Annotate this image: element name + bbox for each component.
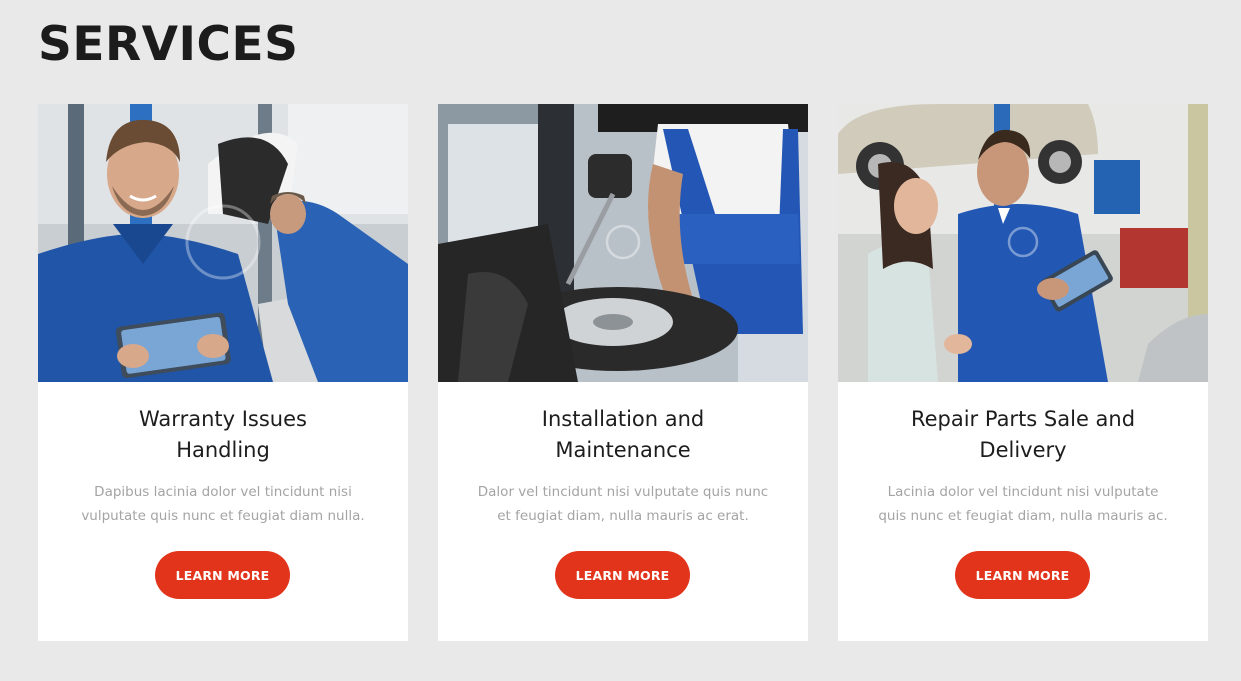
learn-more-button[interactable]: LEARN MORE xyxy=(555,551,690,599)
service-image-installation xyxy=(438,104,808,382)
service-card-repair-parts: Repair Parts Sale and Delivery Lacinia d… xyxy=(838,104,1208,641)
card-title: Repair Parts Sale and Delivery xyxy=(910,407,1136,462)
section-title: SERVICES xyxy=(38,17,299,72)
card-title: Installation and Maintenance xyxy=(541,407,705,462)
learn-more-button[interactable]: LEARN MORE xyxy=(155,551,290,599)
learn-more-button[interactable]: LEARN MORE xyxy=(955,551,1090,599)
mechanic-with-tablet-photo xyxy=(38,104,408,382)
service-card-warranty: Warranty Issues Handling Dapibus lacinia… xyxy=(38,104,408,641)
card-title: Warranty Issues Handling xyxy=(139,407,307,462)
services-list: Warranty Issues Handling Dapibus lacinia… xyxy=(38,104,1208,641)
tire-changing-photo xyxy=(438,104,808,382)
service-image-warranty xyxy=(38,104,408,382)
service-image-repair-parts xyxy=(838,104,1208,382)
card-description: Dalor vel tincidunt nisi vulputate quis … xyxy=(477,484,769,524)
card-description: Lacinia dolor vel tincidunt nisi vulputa… xyxy=(878,484,1168,524)
mechanic-and-customer-photo xyxy=(838,104,1208,382)
card-description: Dapibus lacinia dolor vel tincidunt nisi… xyxy=(81,484,365,524)
service-card-installation: Installation and Maintenance Dalor vel t… xyxy=(438,104,808,641)
